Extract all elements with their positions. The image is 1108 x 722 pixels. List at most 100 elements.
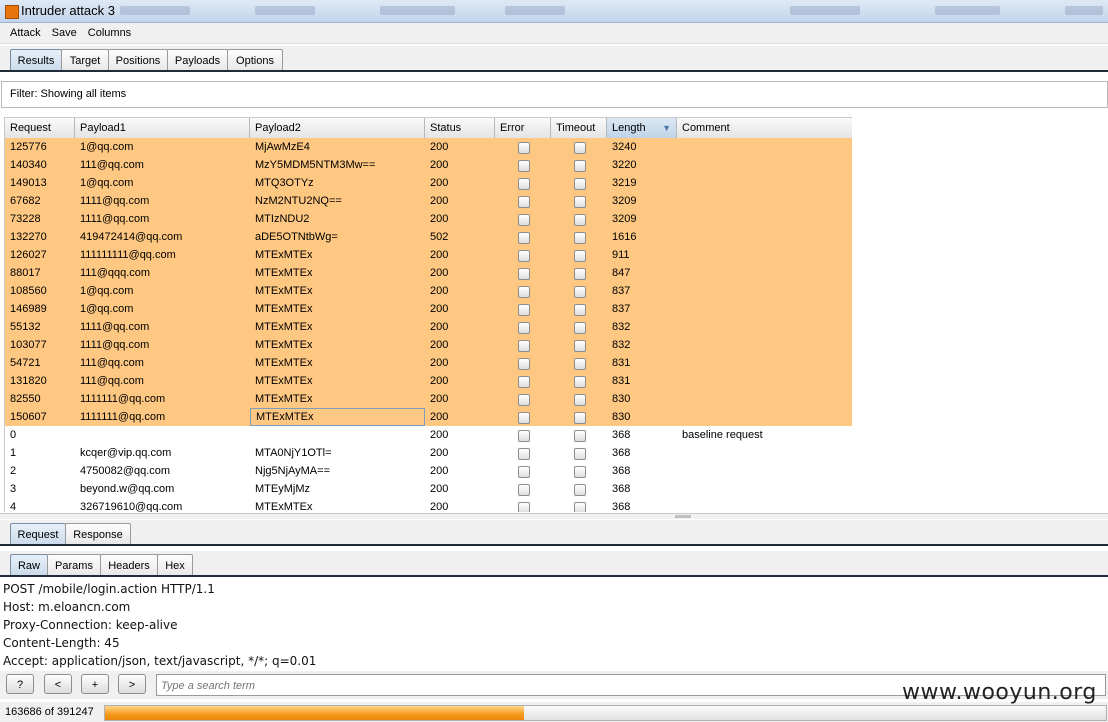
divider-grip[interactable] — [675, 515, 691, 518]
table-row[interactable]: 4 326719610@qq.com MTExMTEx 200 368 — [5, 498, 852, 512]
cell-request: 4 — [10, 501, 17, 512]
cell-status: 200 — [430, 213, 449, 225]
cell-length: 368 — [612, 447, 631, 459]
cell-comment — [677, 480, 852, 498]
cell-length: 830 — [612, 411, 631, 423]
table-row[interactable]: 67682 1111@qq.com NzM2NTU2NQ== 200 3209 — [5, 192, 852, 210]
column-header-payload2[interactable]: Payload2 — [250, 118, 425, 138]
help-button[interactable]: ? — [6, 674, 34, 694]
cell-comment — [677, 408, 852, 426]
tab-response[interactable]: Response — [65, 523, 131, 546]
cell-payload2: MTExMTEx — [255, 375, 313, 387]
cell-comment — [677, 138, 852, 156]
table-row[interactable]: 55132 1111@qq.com MTExMTEx 200 832 — [5, 318, 852, 336]
error-checkbox — [518, 340, 530, 352]
error-checkbox — [518, 142, 530, 154]
timeout-checkbox — [574, 376, 586, 388]
tab-target[interactable]: Target — [61, 49, 109, 72]
table-row[interactable]: 103077 1111@qq.com MTExMTEx 200 832 — [5, 336, 852, 354]
table-row[interactable]: 3 beyond.w@qq.com MTEyMjMz 200 368 — [5, 480, 852, 498]
next-match-button[interactable]: > — [118, 674, 146, 694]
column-header-comment[interactable]: Comment — [677, 118, 852, 138]
tab-headers[interactable]: Headers — [100, 554, 158, 577]
column-header-request[interactable]: Request — [5, 118, 75, 138]
cell-status: 200 — [430, 339, 449, 351]
progress-count: 163686 of 391247 — [5, 706, 94, 718]
split-divider[interactable] — [0, 513, 1108, 519]
timeout-checkbox — [574, 340, 586, 352]
cell-payload1: 419472414@qq.com — [80, 231, 183, 243]
cell-payload1: 111@qqq.com — [80, 267, 151, 279]
table-row[interactable]: 125776 1@qq.com MjAwMzE4 200 3240 — [5, 138, 852, 156]
previous-match-button[interactable]: < — [44, 674, 72, 694]
cell-payload1: 1111111@qq.com — [80, 393, 166, 405]
column-header-error[interactable]: Error — [495, 118, 551, 138]
cell-payload1: 326719610@qq.com — [80, 501, 183, 512]
cell-payload2: MTExMTEx — [255, 501, 313, 512]
table-row[interactable]: 150607 1111111@qq.com MTExMTEx 200 830 — [5, 408, 852, 426]
menu-save[interactable]: Save — [52, 23, 77, 43]
table-row[interactable]: 0 200 368 baseline request — [5, 426, 852, 444]
table-row[interactable]: 149013 1@qq.com MTQ3OTYz 200 3219 — [5, 174, 852, 192]
table-row[interactable]: 2 4750082@qq.com Njg5NjAyMA== 200 368 — [5, 462, 852, 480]
error-checkbox — [518, 286, 530, 298]
tab-hex[interactable]: Hex — [157, 554, 193, 577]
cell-length: 830 — [612, 393, 631, 405]
cell-payload2: MTExMTEx — [255, 339, 313, 351]
tab-results[interactable]: Results — [10, 49, 62, 72]
menu-columns[interactable]: Columns — [88, 23, 131, 43]
tab-divider — [0, 544, 1108, 546]
tab-params[interactable]: Params — [47, 554, 101, 577]
cell-request: 55132 — [10, 321, 41, 333]
cell-length: 3240 — [612, 141, 637, 153]
column-header-status[interactable]: Status — [425, 118, 495, 138]
cell-payload2: Njg5NjAyMA== — [255, 465, 330, 477]
column-header-timeout[interactable]: Timeout — [551, 118, 607, 138]
cell-length: 368 — [612, 429, 631, 441]
cell-payload1: 1111@qq.com — [80, 195, 150, 207]
cell-payload1: 1@qq.com — [80, 285, 134, 297]
table-row[interactable]: 1 kcqer@vip.qq.com MTA0NjY1OTl= 200 368 — [5, 444, 852, 462]
menu-attack[interactable]: Attack — [10, 23, 41, 43]
table-row[interactable]: 140340 111@qq.com MzY5MDM5NTM3Mw== 200 3220 — [5, 156, 852, 174]
cell-payload2: NzM2NTU2NQ== — [255, 195, 342, 207]
progress-fill — [105, 706, 524, 720]
cell-payload2: MTExMTEx — [255, 393, 313, 405]
error-checkbox — [518, 268, 530, 280]
table-row[interactable]: 82550 1111111@qq.com MTExMTEx 200 830 — [5, 390, 852, 408]
table-row[interactable]: 108560 1@qq.com MTExMTEx 200 837 — [5, 282, 852, 300]
tab-request[interactable]: Request — [10, 523, 66, 546]
column-header-payload1[interactable]: Payload1 — [75, 118, 250, 138]
tab-raw[interactable]: Raw — [10, 554, 48, 577]
table-row[interactable]: 73228 1111@qq.com MTIzNDU2 200 3209 — [5, 210, 852, 228]
column-header-length[interactable]: Length ▼ — [607, 118, 677, 138]
filter-bar[interactable]: Filter: Showing all items — [1, 81, 1108, 108]
burp-app-icon — [5, 5, 19, 19]
cell-payload1: 1@qq.com — [80, 177, 134, 189]
request-line: Accept: application/json, text/javascrip… — [3, 654, 317, 668]
cell-comment: baseline request — [682, 429, 763, 441]
error-checkbox — [518, 484, 530, 496]
error-checkbox — [518, 232, 530, 244]
status-bar: 163686 of 391247 — [0, 702, 1108, 722]
timeout-checkbox — [574, 250, 586, 262]
watermark: www.wooyun.org — [902, 680, 1097, 705]
tab-payloads[interactable]: Payloads — [167, 49, 228, 72]
cell-length: 837 — [612, 303, 631, 315]
cell-length: 368 — [612, 501, 631, 512]
table-row[interactable]: 126027 111111111@qq.com MTExMTEx 200 911 — [5, 246, 852, 264]
cell-request: 54721 — [10, 357, 41, 369]
raw-request-editor[interactable]: POST /mobile/login.action HTTP/1.1 Host:… — [0, 580, 1108, 670]
table-row[interactable]: 146989 1@qq.com MTExMTEx 200 837 — [5, 300, 852, 318]
tab-options[interactable]: Options — [227, 49, 283, 72]
timeout-checkbox — [574, 160, 586, 172]
add-search-button[interactable]: + — [81, 674, 109, 694]
table-row[interactable]: 132270 419472414@qq.com aDE5OTNtbWg= 502 161… — [5, 228, 852, 246]
cell-status: 502 — [430, 231, 449, 243]
cell-payload1: 111@qq.com — [80, 357, 144, 369]
table-row[interactable]: 88017 111@qqq.com MTExMTEx 200 847 — [5, 264, 852, 282]
error-checkbox — [518, 502, 530, 512]
tab-positions[interactable]: Positions — [108, 49, 168, 72]
table-row[interactable]: 131820 111@qq.com MTExMTEx 200 831 — [5, 372, 852, 390]
table-row[interactable]: 54721 111@qq.com MTExMTEx 200 831 — [5, 354, 852, 372]
